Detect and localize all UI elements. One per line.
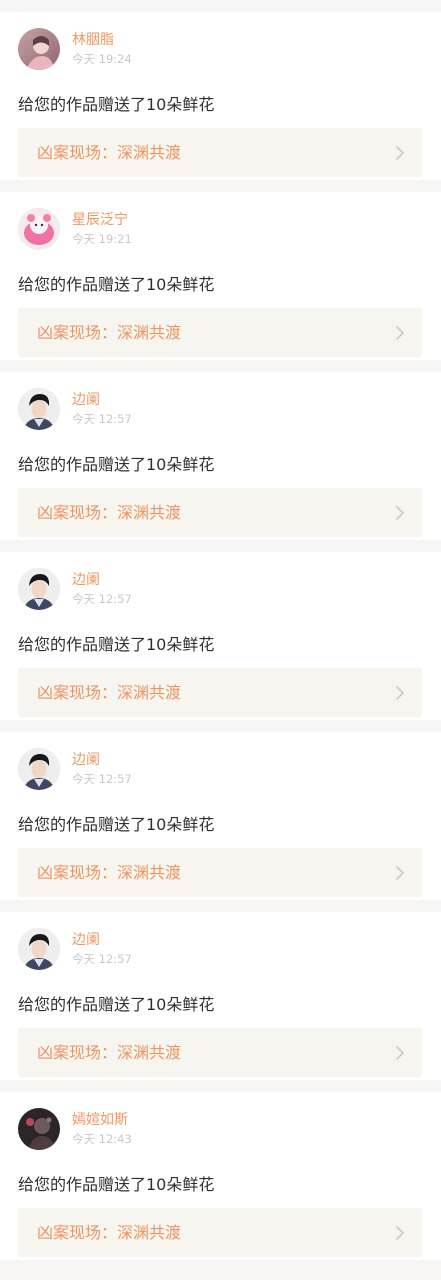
timestamp: 今天 19:21	[72, 232, 132, 246]
dark-portrait-avatar-icon[interactable]	[18, 1108, 60, 1150]
timestamp: 今天 12:43	[72, 1132, 132, 1146]
timestamp: 今天 19:24	[72, 52, 132, 66]
work-title: 凶案现场：深渊共渡	[37, 683, 182, 702]
chevron-right-icon	[395, 505, 405, 521]
notification-card: 边阑 今天 12:57 给您的作品赠送了10朵鲜花 凶案现场：深渊共渡	[0, 372, 441, 540]
chevron-right-icon	[395, 1045, 405, 1061]
username[interactable]: 星辰泛宁	[72, 211, 128, 229]
pink-plush-avatar-icon[interactable]	[18, 208, 60, 250]
gift-message: 给您的作品赠送了10朵鲜花	[18, 95, 215, 114]
gift-message: 给您的作品赠送了10朵鲜花	[18, 275, 215, 294]
notification-card: 嫣媗如斯 今天 12:43 给您的作品赠送了10朵鲜花 凶案现场：深渊共渡	[0, 1092, 441, 1260]
username[interactable]: 边阑	[72, 931, 100, 949]
gift-message: 给您的作品赠送了10朵鲜花	[18, 455, 215, 474]
gift-message: 给您的作品赠送了10朵鲜花	[18, 995, 215, 1014]
notification-card: 林胭脂 今天 19:24 给您的作品赠送了10朵鲜花 凶案现场：深渊共渡	[0, 12, 441, 180]
username[interactable]: 嫣媗如斯	[72, 1111, 128, 1129]
username[interactable]: 边阑	[72, 571, 100, 589]
work-title: 凶案现场：深渊共渡	[37, 323, 182, 342]
notification-card: 星辰泛宁 今天 19:21 给您的作品赠送了10朵鲜花 凶案现场：深渊共渡	[0, 192, 441, 360]
work-title: 凶案现场：深渊共渡	[37, 1223, 182, 1242]
gift-message: 给您的作品赠送了10朵鲜花	[18, 635, 215, 654]
work-link[interactable]: 凶案现场：深渊共渡	[18, 668, 422, 717]
work-link[interactable]: 凶案现场：深渊共渡	[18, 1208, 422, 1257]
work-title: 凶案现场：深渊共渡	[37, 143, 182, 162]
work-link[interactable]: 凶案现场：深渊共渡	[18, 128, 422, 177]
chevron-right-icon	[395, 145, 405, 161]
work-title: 凶案现场：深渊共渡	[37, 1043, 182, 1062]
timestamp: 今天 12:57	[72, 592, 132, 606]
timestamp: 今天 12:57	[72, 952, 132, 966]
work-link[interactable]: 凶案现场：深渊共渡	[18, 848, 422, 897]
username[interactable]: 边阑	[72, 391, 100, 409]
chevron-right-icon	[395, 325, 405, 341]
chevron-right-icon	[395, 685, 405, 701]
username[interactable]: 林胭脂	[72, 31, 114, 49]
gift-message: 给您的作品赠送了10朵鲜花	[18, 1175, 215, 1194]
work-link[interactable]: 凶案现场：深渊共渡	[18, 1028, 422, 1077]
man-portrait-avatar-icon[interactable]	[18, 748, 60, 790]
notification-card: 边阑 今天 12:57 给您的作品赠送了10朵鲜花 凶案现场：深渊共渡	[0, 732, 441, 900]
chevron-right-icon	[395, 1225, 405, 1241]
man-portrait-avatar-icon[interactable]	[18, 388, 60, 430]
notification-card: 边阑 今天 12:57 给您的作品赠送了10朵鲜花 凶案现场：深渊共渡	[0, 552, 441, 720]
man-portrait-avatar-icon[interactable]	[18, 928, 60, 970]
man-portrait-avatar-icon[interactable]	[18, 568, 60, 610]
timestamp: 今天 12:57	[72, 772, 132, 786]
chevron-right-icon	[395, 865, 405, 881]
notification-card: 边阑 今天 12:57 给您的作品赠送了10朵鲜花 凶案现场：深渊共渡	[0, 912, 441, 1080]
gift-message: 给您的作品赠送了10朵鲜花	[18, 815, 215, 834]
work-link[interactable]: 凶案现场：深渊共渡	[18, 488, 422, 537]
timestamp: 今天 12:57	[72, 412, 132, 426]
username[interactable]: 边阑	[72, 751, 100, 769]
work-link[interactable]: 凶案现场：深渊共渡	[18, 308, 422, 357]
portrait-avatar-icon[interactable]	[18, 28, 60, 70]
work-title: 凶案现场：深渊共渡	[37, 863, 182, 882]
work-title: 凶案现场：深渊共渡	[37, 503, 182, 522]
